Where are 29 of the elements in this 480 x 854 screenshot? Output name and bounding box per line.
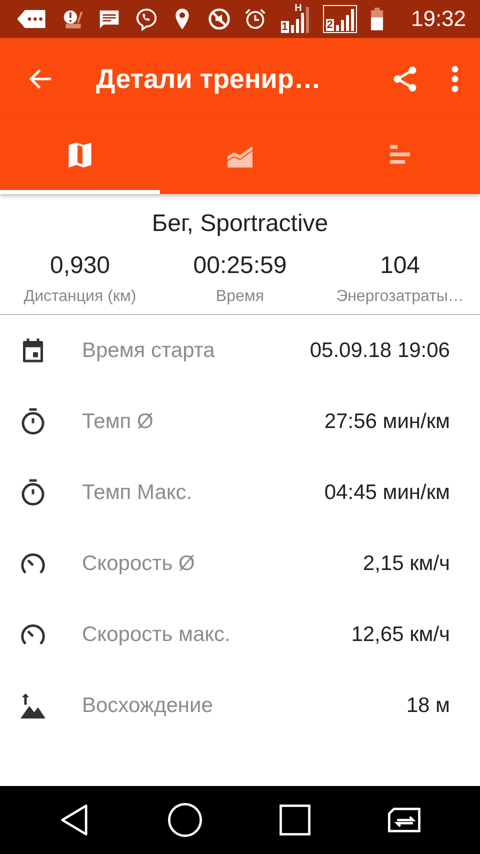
stat-value: 104 <box>380 252 420 280</box>
detail-value: 18 м <box>406 694 450 718</box>
battery-icon <box>370 6 383 32</box>
stat-label: Энергозатраты… <box>336 288 464 306</box>
screen-title: Детали тренир… <box>96 64 322 94</box>
detail-label: Скорость макс. <box>82 622 232 646</box>
clock-time: 19:32 <box>410 6 466 32</box>
detail-label: Темп Макс. <box>82 480 194 504</box>
stat-label: Дистанция (км) <box>24 288 136 306</box>
more-options-icon[interactable] <box>450 65 460 93</box>
alarm-icon <box>244 6 267 32</box>
activity-title: Бег, Sportractive <box>152 210 328 238</box>
detail-value: 2,15 км/ч <box>362 552 450 576</box>
stat-value: 0,930 <box>50 252 110 280</box>
detail-label: Скорость Ø <box>82 552 196 576</box>
detail-value: 27:56 мин/км <box>324 410 450 434</box>
detail-value: 12,65 км/ч <box>351 622 450 646</box>
detail-label: Восхождение <box>82 694 214 718</box>
stat-label: Время <box>216 288 264 306</box>
stat-value: 00:25:59 <box>193 252 287 280</box>
detail-value: 05.09.18 19:06 <box>310 338 450 362</box>
sim-two-signal-icon: 2 <box>322 5 357 33</box>
detail-value: 04:45 мин/км <box>324 480 450 504</box>
mountain-icon <box>18 690 48 720</box>
detail-label: Темп Ø <box>82 410 154 434</box>
home-icon[interactable] <box>166 801 204 839</box>
detail-label: Время старта <box>82 338 216 362</box>
phone-chat-icon <box>134 6 158 32</box>
mute-icon <box>208 6 230 32</box>
